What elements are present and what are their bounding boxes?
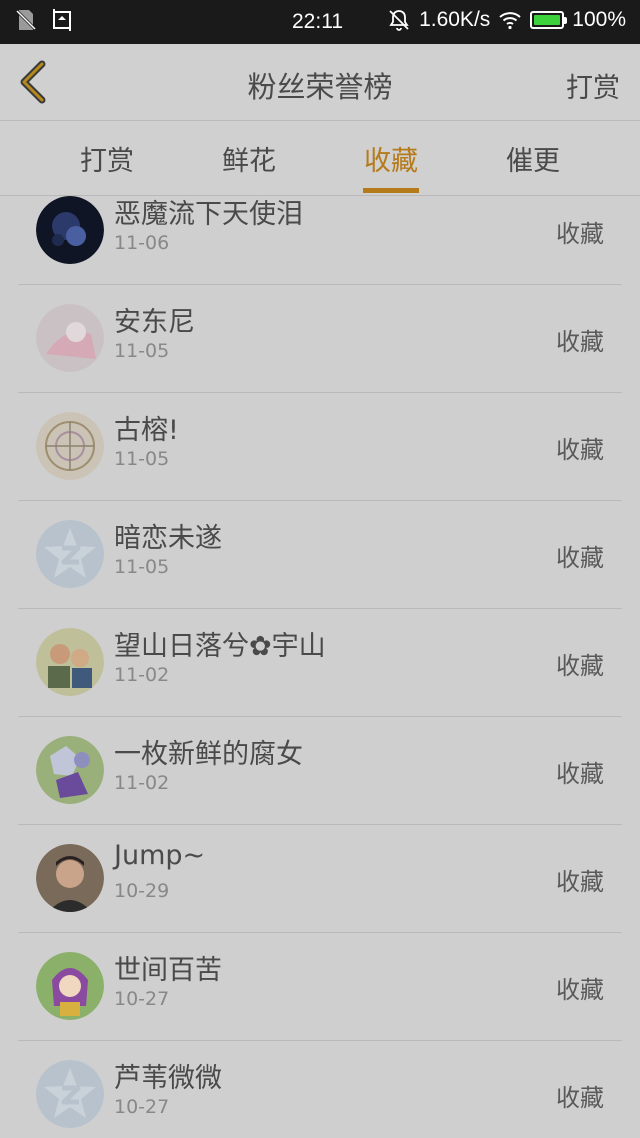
fan-date: 10-29 [114, 880, 170, 902]
favorite-label: 收藏 [556, 652, 604, 680]
favorite-label: 收藏 [556, 220, 604, 248]
list-item[interactable]: Jump~ 10-29 收藏 [18, 824, 622, 933]
avatar[interactable] [36, 412, 104, 480]
list-item[interactable]: 暗恋未遂 11-05 收藏 [18, 500, 622, 609]
favorite-label: 收藏 [556, 868, 604, 896]
active-tab-indicator [363, 188, 419, 193]
fan-name: 世间百苦 [114, 955, 222, 986]
fan-date: 11-05 [114, 340, 170, 362]
fan-date: 11-05 [114, 556, 170, 578]
fan-date: 11-06 [114, 232, 170, 254]
fan-date: 11-02 [114, 664, 170, 686]
fan-list: 恶魔流下天使泪 11-06 收藏 安东尼 11-05 收藏 古榕! 11-05 … [0, 196, 640, 1138]
favorite-label: 收藏 [556, 436, 604, 464]
fan-name: 芦苇微微 [114, 1063, 222, 1094]
list-item[interactable]: 芦苇微微 10-27 收藏 [18, 1040, 622, 1138]
tab-flowers[interactable]: 鲜花 [178, 139, 320, 178]
battery-icon [530, 11, 568, 29]
fan-name: 恶魔流下天使泪 [114, 199, 303, 230]
page-title: 粉丝荣誉榜 [247, 70, 393, 104]
favorite-label: 收藏 [556, 1084, 604, 1112]
fan-date: 10-27 [114, 1096, 170, 1118]
list-item[interactable]: 恶魔流下天使泪 11-06 收藏 [18, 196, 622, 285]
fan-name: 一枚新鲜的腐女 [114, 739, 303, 770]
fan-date: 11-02 [114, 772, 170, 794]
default-star-avatar-icon[interactable] [36, 1060, 104, 1128]
sim-off-icon [15, 9, 37, 31]
fan-name: Jump~ [114, 840, 206, 871]
avatar[interactable] [36, 844, 104, 912]
avatar[interactable] [36, 304, 104, 372]
wifi-icon [499, 12, 521, 30]
avatar[interactable] [36, 196, 104, 264]
fan-name: 安东尼 [114, 307, 195, 338]
avatar[interactable] [36, 628, 104, 696]
favorite-label: 收藏 [556, 760, 604, 788]
fan-name: 古榕! [114, 415, 179, 446]
fan-name: 暗恋未遂 [114, 523, 222, 554]
avatar[interactable] [36, 952, 104, 1020]
bell-muted-icon [389, 10, 409, 31]
fan-date: 11-05 [114, 448, 170, 470]
tab-urge-update[interactable]: 催更 [462, 139, 604, 178]
default-star-avatar-icon[interactable] [36, 520, 104, 588]
fan-name: 望山日落兮✿宇山 [114, 631, 326, 662]
favorite-label: 收藏 [556, 328, 604, 356]
status-bar: 22:11 1.60K/s 100% [0, 0, 640, 44]
tab-favorites[interactable]: 收藏 [320, 139, 462, 178]
list-item[interactable]: 安东尼 11-05 收藏 [18, 284, 622, 393]
battery-percent: 100% [572, 8, 626, 31]
favorite-label: 收藏 [556, 544, 604, 572]
list-item[interactable]: 古榕! 11-05 收藏 [18, 392, 622, 501]
app-header: 粉丝荣誉榜 打赏 [0, 44, 640, 121]
list-item[interactable]: 望山日落兮✿宇山 11-02 收藏 [18, 608, 622, 717]
reward-button[interactable]: 打赏 [566, 66, 620, 105]
list-item[interactable]: 一枚新鲜的腐女 11-02 收藏 [18, 716, 622, 825]
network-speed: 1.60K/s [419, 8, 491, 31]
battery-level-fill [534, 15, 561, 25]
tab-bar: 打赏 鲜花 收藏 催更 [0, 121, 640, 196]
favorite-label: 收藏 [556, 976, 604, 1004]
screenshot-icon [53, 9, 71, 31]
avatar[interactable] [36, 736, 104, 804]
tab-reward[interactable]: 打赏 [36, 139, 178, 178]
list-item[interactable]: 世间百苦 10-27 收藏 [18, 932, 622, 1041]
fan-date: 10-27 [114, 988, 170, 1010]
clock: 22:11 [292, 10, 343, 33]
